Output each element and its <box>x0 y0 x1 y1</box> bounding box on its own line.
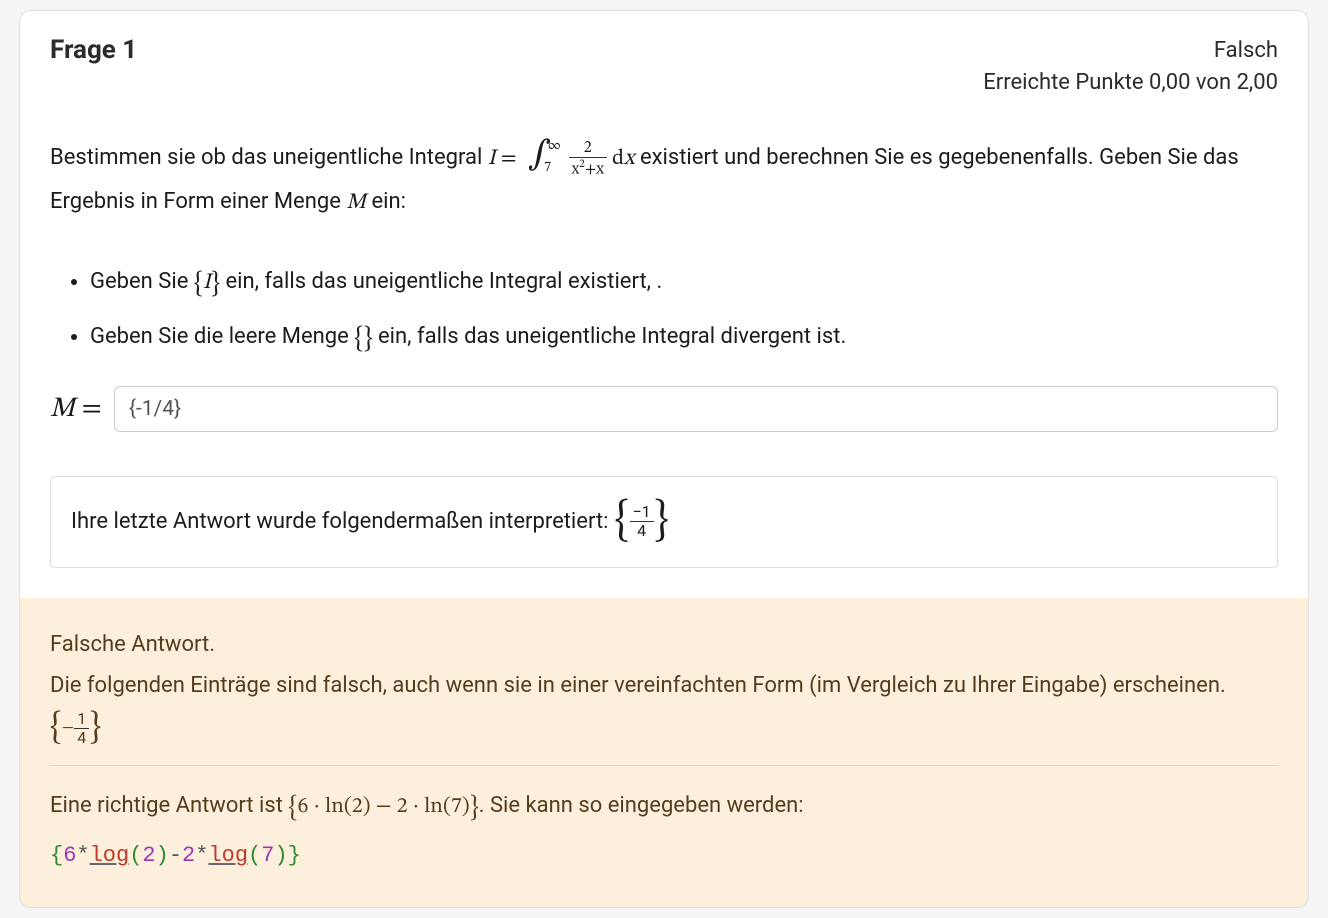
answer-row: M = <box>50 386 1278 432</box>
instruction-item-divergent: Geben Sie die leere Menge {} ein, falls … <box>90 314 1278 366</box>
integral-sign: ∫∞7 <box>528 137 551 180</box>
integrand-fraction: 2x2+x <box>569 139 607 178</box>
instruction-item-exists: Geben Sie {I} ein, falls das uneigentlic… <box>90 259 1278 311</box>
answer-label: M = <box>50 392 102 427</box>
correct-answer-code: {6*log(2)-2*log(7)} <box>50 835 1278 877</box>
prompt-text-3: ein: <box>366 189 406 214</box>
question-header: Frage 1 Falsch Erreichte Punkte 0,00 von… <box>20 11 1308 109</box>
interpretation-box: Ihre letzte Antwort wurde folgendermaßen… <box>50 476 1278 567</box>
correct-answer-math: {6 · ln(2) − 2 · ln(7)} <box>288 796 478 818</box>
question-card: Frage 1 Falsch Erreichte Punkte 0,00 von… <box>19 10 1309 908</box>
feedback-correct: Eine richtige Antwort ist {6 · ln(2) − 2… <box>50 782 1278 835</box>
interpretation-text: Ihre letzte Antwort wurde folgendermaßen… <box>71 509 608 534</box>
answer-input[interactable] <box>114 386 1278 432</box>
formula-integral: I = ∫∞7 2x2+x dx <box>488 148 635 170</box>
feedback-wrong-label: Falsche Antwort. <box>50 624 1278 666</box>
feedback-divider <box>50 765 1278 766</box>
prompt-M: M <box>346 192 366 214</box>
question-status: Falsch <box>983 35 1278 67</box>
question-prompt: Bestimmen sie ob das uneigentliche Integ… <box>50 137 1278 225</box>
feedback-explain: Die folgenden Einträge sind falsch, auch… <box>50 665 1278 749</box>
prompt-text-1: Bestimmen sie ob das uneigentliche Integ… <box>50 145 488 170</box>
question-title: Frage 1 <box>50 35 137 65</box>
interpretation-set: { −14 } <box>614 501 668 542</box>
question-score: Erreichte Punkte 0,00 von 2,00 <box>983 67 1278 99</box>
instruction-list: Geben Sie {I} ein, falls das uneigentlic… <box>50 259 1278 367</box>
question-body: Bestimmen sie ob das uneigentliche Integ… <box>20 137 1308 598</box>
feedback-wrong-set: {− 14} <box>50 707 101 749</box>
feedback-panel: Falsche Antwort. Die folgenden Einträge … <box>20 598 1308 908</box>
question-meta: Falsch Erreichte Punkte 0,00 von 2,00 <box>983 35 1278 99</box>
